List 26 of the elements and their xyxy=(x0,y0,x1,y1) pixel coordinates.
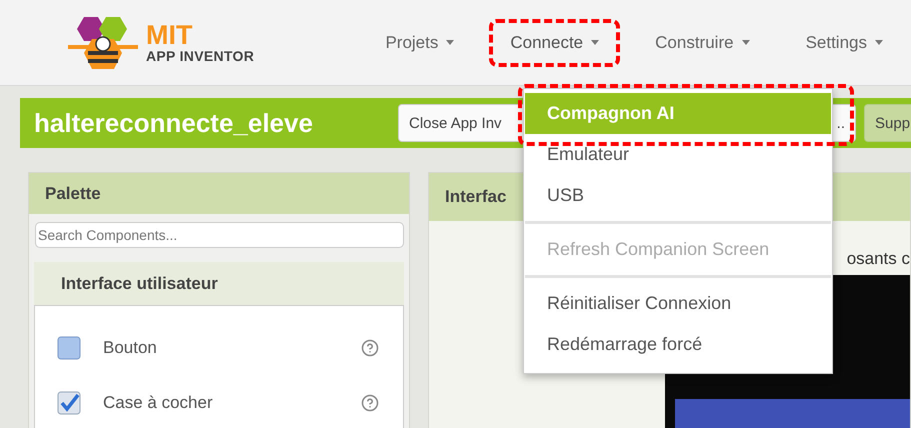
menu-item[interactable]: Redémarrage forcé xyxy=(525,324,831,365)
help-icon[interactable] xyxy=(361,338,379,356)
nav-menu[interactable]: Projets xyxy=(357,18,482,66)
logo-icon xyxy=(66,14,140,70)
panel-title: Palette xyxy=(29,173,409,214)
search-field[interactable]: Search Components... xyxy=(35,222,404,248)
nav-menu[interactable]: Settings xyxy=(778,18,911,66)
caret-icon xyxy=(742,40,750,45)
nav-menu[interactable]: Connecte xyxy=(482,18,628,66)
help-icon[interactable] xyxy=(361,394,379,412)
button-icon xyxy=(57,336,81,360)
menu-item[interactable]: Réinitialiser Connexion xyxy=(525,283,831,324)
checkbox-icon xyxy=(57,390,81,414)
menu-item[interactable]: USB xyxy=(525,175,831,216)
caret-icon xyxy=(875,40,883,45)
nav-menu[interactable]: Construire xyxy=(627,18,778,66)
logo-title: MIT xyxy=(146,22,194,49)
logo-subtitle: APP INVENTOR xyxy=(146,49,254,63)
caret-icon xyxy=(591,40,600,45)
component-label[interactable]: Bouton xyxy=(103,338,339,358)
component-label[interactable]: Case à cocher xyxy=(103,392,339,412)
toolbar-button[interactable]: Supp xyxy=(864,104,911,142)
category-header[interactable]: Interface utilisateur xyxy=(34,262,404,305)
viewer-caption: osants c xyxy=(846,249,910,269)
caret-icon xyxy=(446,40,454,45)
project-title: haltereconnecte_eleve xyxy=(34,108,314,138)
